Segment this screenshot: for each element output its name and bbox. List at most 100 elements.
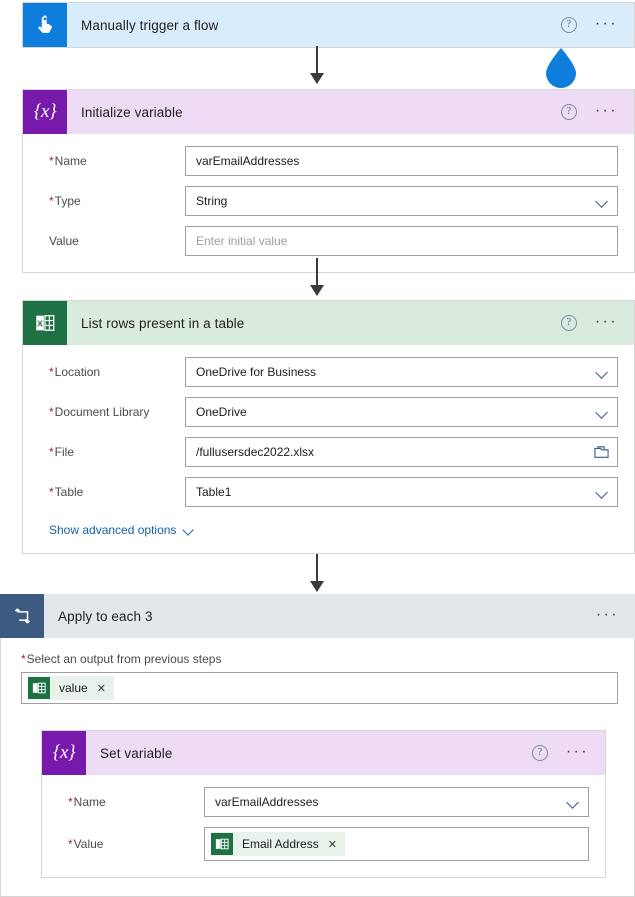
required-asterisk: * xyxy=(68,795,73,809)
excel-token-icon xyxy=(28,677,50,699)
required-asterisk: * xyxy=(21,652,26,666)
required-asterisk: * xyxy=(49,405,54,419)
set-variable-body: *Name varEmailAddresses *Value Email Add… xyxy=(42,775,605,877)
chevron-down-icon xyxy=(596,406,609,419)
help-icon[interactable]: ? xyxy=(560,104,577,120)
field-label-type: *Type xyxy=(49,194,81,208)
folder-icon[interactable] xyxy=(594,445,609,459)
required-asterisk: * xyxy=(49,194,54,208)
field-label-location: *Location xyxy=(49,365,101,379)
set-variable-header-actions: ? ··· xyxy=(531,744,605,761)
help-icon[interactable]: ? xyxy=(560,17,577,33)
more-menu-icon[interactable]: ··· xyxy=(595,16,618,32)
set-variable-card[interactable]: {x} Set variable ? ··· *Name varEmailAdd… xyxy=(41,730,606,878)
trigger-card-title: Manually trigger a flow xyxy=(81,17,219,33)
set-variable-value-input[interactable]: Email Address ✕ xyxy=(204,827,589,861)
trigger-card[interactable]: Manually trigger a flow ? ··· xyxy=(22,2,635,48)
list-rows-body: *Location OneDrive for Business *Documen… xyxy=(23,345,634,553)
variable-braces-icon: {x} xyxy=(42,731,86,775)
svg-text:X: X xyxy=(37,319,43,328)
variable-name-value: varEmailAddresses xyxy=(196,154,300,168)
variable-value-placeholder: Enter initial value xyxy=(196,234,288,248)
cursor-droplet-icon xyxy=(541,46,581,90)
excel-token-icon xyxy=(211,833,233,855)
field-label-table: *Table xyxy=(49,485,84,499)
more-menu-icon[interactable]: ··· xyxy=(566,744,589,760)
select-output-input[interactable]: value ✕ xyxy=(21,672,618,704)
required-asterisk: * xyxy=(49,485,54,499)
file-value: /fullusersdec2022.xlsx xyxy=(196,445,315,459)
table-dropdown[interactable]: Table1 xyxy=(185,477,618,507)
more-menu-icon[interactable]: ··· xyxy=(595,103,618,119)
output-token-label: value xyxy=(59,681,88,695)
field-row-name: *Name varEmailAddresses xyxy=(39,146,618,176)
output-token-chip[interactable]: value ✕ xyxy=(28,676,114,700)
show-advanced-options-link[interactable]: Show advanced options xyxy=(39,523,195,537)
field-row-value: Value Enter initial value xyxy=(39,226,618,256)
loop-icon xyxy=(0,594,44,638)
connector-arrow-1 xyxy=(310,46,324,84)
location-dropdown[interactable]: OneDrive for Business xyxy=(185,357,618,387)
chevron-down-icon xyxy=(596,195,609,208)
variable-type-value: String xyxy=(196,194,228,208)
select-output-label: *Select an output from previous steps xyxy=(21,652,222,666)
value-token-chip[interactable]: Email Address ✕ xyxy=(211,832,345,856)
chevron-down-icon xyxy=(183,524,195,536)
variable-name-input[interactable]: varEmailAddresses xyxy=(185,146,618,176)
field-row-file: *File /fullusersdec2022.xlsx xyxy=(39,437,618,467)
table-value: Table1 xyxy=(196,485,232,499)
list-rows-title: List rows present in a table xyxy=(81,315,245,331)
field-label-value: Value xyxy=(49,234,79,248)
required-asterisk: * xyxy=(49,445,54,459)
list-rows-card[interactable]: X List rows present in a table ? ··· *Lo… xyxy=(22,300,635,554)
required-asterisk: * xyxy=(68,837,73,851)
help-icon[interactable]: ? xyxy=(531,745,548,761)
close-icon[interactable]: ✕ xyxy=(328,838,337,851)
document-library-value: OneDrive xyxy=(196,405,247,419)
initialize-variable-title: Initialize variable xyxy=(81,104,183,120)
help-icon[interactable]: ? xyxy=(560,315,577,331)
variable-value-input[interactable]: Enter initial value xyxy=(185,226,618,256)
set-variable-header[interactable]: {x} Set variable ? ··· xyxy=(42,731,605,775)
more-menu-icon[interactable]: ··· xyxy=(596,607,619,623)
field-row-set-name: *Name varEmailAddresses xyxy=(58,787,589,817)
field-label-file: *File xyxy=(49,445,75,459)
initialize-variable-body: *Name varEmailAddresses *Type String Val… xyxy=(23,134,634,272)
field-row-location: *Location OneDrive for Business xyxy=(39,357,618,387)
connector-arrow-2 xyxy=(310,258,324,296)
required-asterisk: * xyxy=(49,365,54,379)
field-label-set-name: *Name xyxy=(68,795,106,809)
initialize-variable-card[interactable]: {x} Initialize variable ? ··· *Name varE… xyxy=(22,89,635,273)
location-value: OneDrive for Business xyxy=(196,365,317,379)
field-label-name: *Name xyxy=(49,154,87,168)
initialize-variable-header[interactable]: {x} Initialize variable ? ··· xyxy=(23,90,634,134)
variable-braces-icon: {x} xyxy=(23,90,67,134)
field-label-document-library: *Document Library xyxy=(49,405,150,419)
list-rows-header[interactable]: X List rows present in a table ? ··· xyxy=(23,301,634,345)
list-rows-header-actions: ? ··· xyxy=(560,314,634,331)
apply-to-each-title: Apply to each 3 xyxy=(58,608,153,624)
connector-arrow-3 xyxy=(310,554,324,592)
field-row-set-value: *Value Email Address ✕ xyxy=(58,827,589,861)
close-icon[interactable]: ✕ xyxy=(97,682,106,695)
document-library-dropdown[interactable]: OneDrive xyxy=(185,397,618,427)
required-asterisk: * xyxy=(49,154,54,168)
excel-icon: X xyxy=(23,301,67,345)
variable-type-dropdown[interactable]: String xyxy=(185,186,618,216)
file-picker-input[interactable]: /fullusersdec2022.xlsx xyxy=(185,437,618,467)
chevron-down-icon xyxy=(596,366,609,379)
initialize-variable-header-actions: ? ··· xyxy=(560,103,634,120)
trigger-card-header[interactable]: Manually trigger a flow ? ··· xyxy=(23,3,634,47)
apply-to-each-header[interactable]: Apply to each 3 ··· xyxy=(0,594,635,638)
apply-to-each-body: *Select an output from previous steps va… xyxy=(0,638,635,897)
apply-to-each-card[interactable]: Apply to each 3 ··· *Select an output fr… xyxy=(0,594,635,897)
field-row-table: *Table Table1 xyxy=(39,477,618,507)
set-variable-name-value: varEmailAddresses xyxy=(215,795,319,809)
field-row-type: *Type String xyxy=(39,186,618,216)
apply-to-each-header-actions: ··· xyxy=(596,607,635,623)
set-variable-name-dropdown[interactable]: varEmailAddresses xyxy=(204,787,589,817)
value-token-label: Email Address xyxy=(242,837,319,851)
touch-hand-icon xyxy=(23,3,67,47)
more-menu-icon[interactable]: ··· xyxy=(595,314,618,330)
field-row-document-library: *Document Library OneDrive xyxy=(39,397,618,427)
